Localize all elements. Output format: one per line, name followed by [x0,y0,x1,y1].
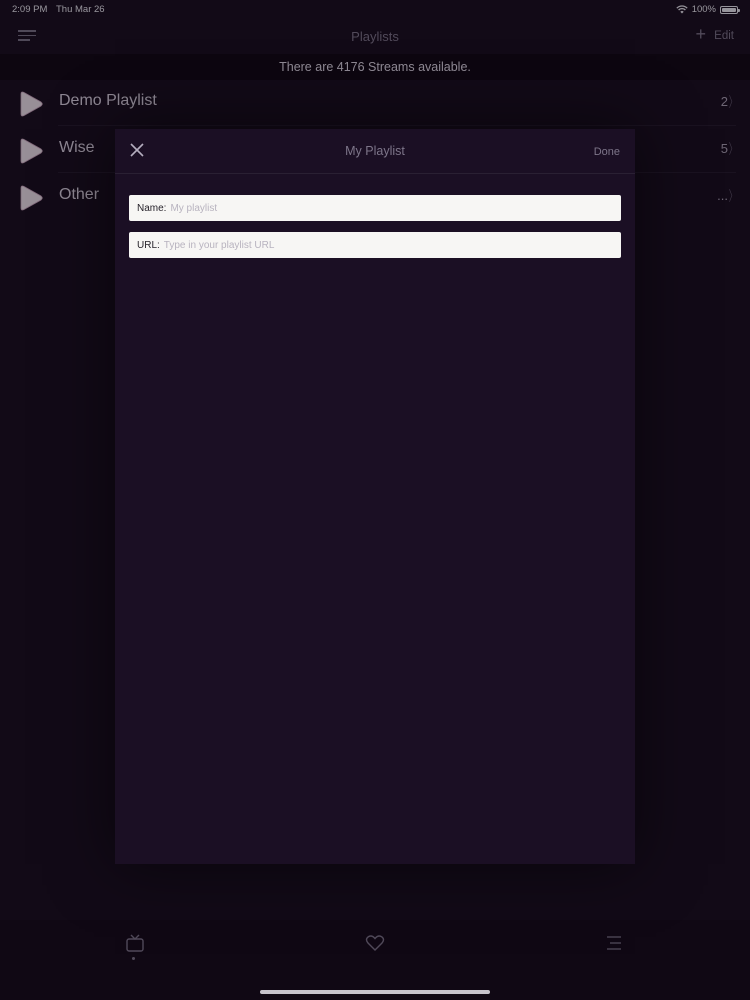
name-input[interactable] [170,202,621,214]
playlist-modal: My Playlist Done Name: URL: [115,129,635,864]
name-label: Name: [137,202,167,214]
name-field[interactable]: Name: [129,195,621,221]
url-input[interactable] [163,239,621,251]
modal-header: My Playlist Done [115,129,635,174]
modal-title: My Playlist [345,144,405,158]
done-button[interactable]: Done [594,146,620,158]
url-label: URL: [137,239,160,251]
url-field[interactable]: URL: [129,232,621,258]
home-indicator[interactable] [260,990,490,994]
